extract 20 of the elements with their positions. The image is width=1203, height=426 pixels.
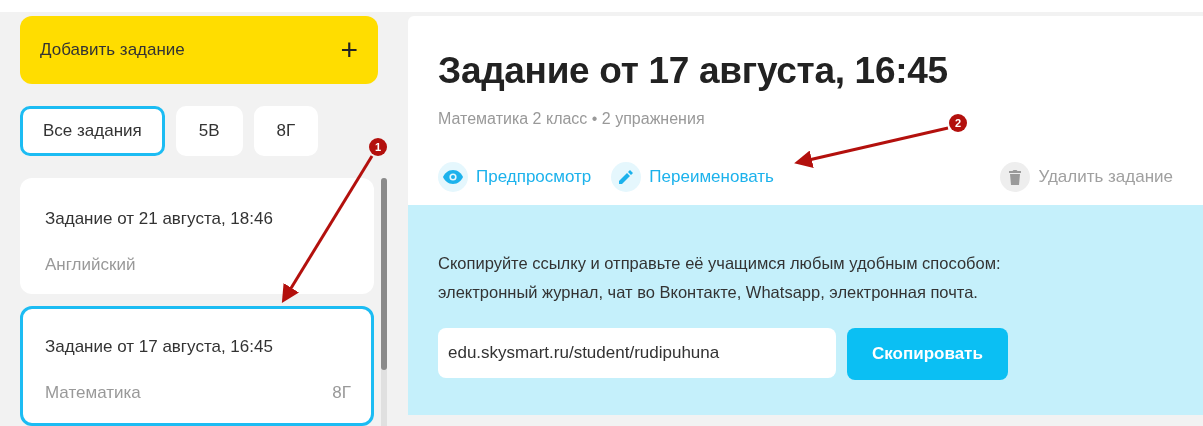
filter-tab[interactable]: 5В bbox=[175, 106, 243, 156]
assignment-class: 8Г bbox=[332, 383, 351, 404]
assignment-subject: Математика bbox=[45, 383, 141, 404]
link-field[interactable]: edu.skysmart.ru/student/rudipuhuna bbox=[438, 328, 836, 378]
assignment-heading: Задание от 17 августа, 16:45 bbox=[438, 50, 949, 92]
filter-tab[interactable]: Все задания bbox=[20, 106, 165, 156]
share-instructions: Скопируйте ссылку и отправьте её учащимся любым удобным способом: электронный журнал, чат во Вконтакте, Whatsapp, электронная почта. bbox=[438, 253, 1002, 303]
pencil-icon bbox=[619, 170, 634, 184]
add-assignment-button[interactable]: Добавить задание + bbox=[20, 16, 378, 84]
trash-icon bbox=[1009, 169, 1022, 185]
scrollbar[interactable] bbox=[381, 178, 387, 426]
assignment-card[interactable]: Задание от 17 августа, 16:45 Математика 8Г bbox=[20, 306, 374, 426]
filter-tab[interactable]: 8Г bbox=[253, 106, 319, 156]
eye-icon bbox=[443, 170, 463, 184]
assignment-subject: Английский bbox=[45, 255, 136, 275]
assignment-card[interactable]: Задание от 21 августа, 18:46 Английский bbox=[20, 178, 374, 295]
scrollbar-thumb[interactable] bbox=[381, 178, 387, 370]
assignment-meta: Математика 2 класс • 2 упражнения bbox=[438, 110, 705, 128]
assignment-title: Задание от 21 августа, 18:46 bbox=[45, 209, 274, 229]
assignment-title: Задание от 17 августа, 16:45 bbox=[45, 337, 274, 358]
